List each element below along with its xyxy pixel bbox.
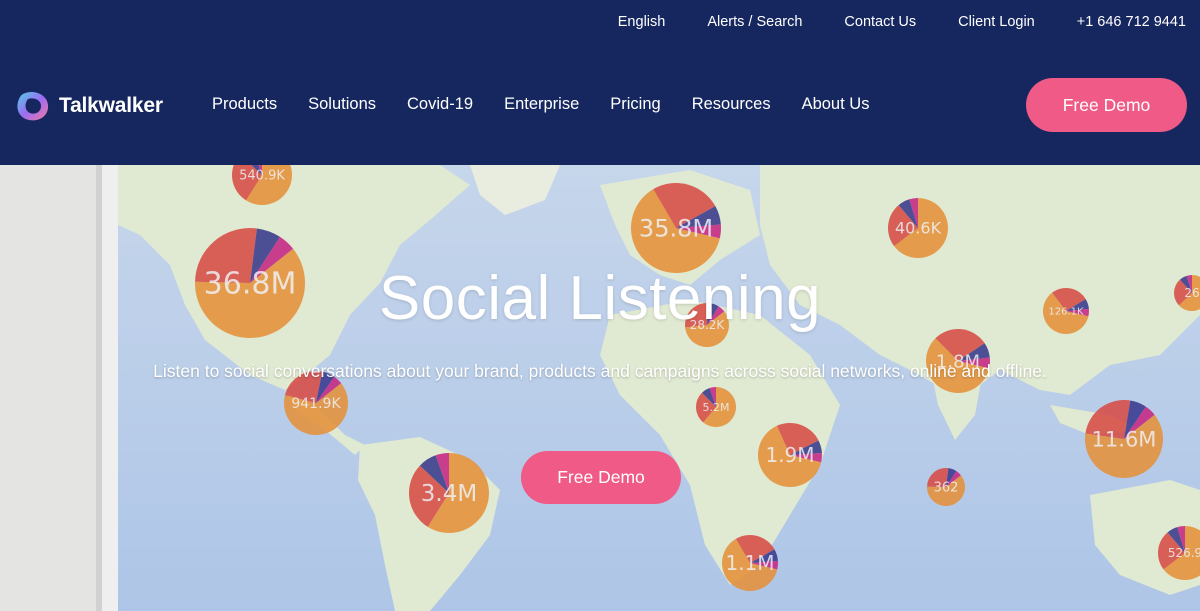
talkwalker-logo-icon <box>17 92 49 121</box>
language-link[interactable]: English <box>618 14 666 30</box>
hero-subtitle: Listen to social conversations about you… <box>153 361 1047 381</box>
talkwalker-logo[interactable]: Talkwalker <box>15 88 163 124</box>
site-header: English Alerts / Search Contact Us Clien… <box>0 0 1200 165</box>
main-nav: Products Solutions Covid-19 Enterprise P… <box>212 95 900 114</box>
nav-pricing[interactable]: Pricing <box>610 95 660 114</box>
free-demo-button-header[interactable]: Free Demo <box>1026 78 1187 132</box>
hero-title: Social Listening <box>378 264 822 333</box>
brand-name: Talkwalker <box>59 94 163 117</box>
nav-resources[interactable]: Resources <box>692 95 771 114</box>
world-map-background: 540.9K36.8M35.8M 40.6K28.2K126.1K26941.9K… <box>0 165 1200 611</box>
nav-covid-19[interactable]: Covid-19 <box>407 95 473 114</box>
nav-solutions[interactable]: Solutions <box>308 95 376 114</box>
client-login-link[interactable]: Client Login <box>958 14 1035 30</box>
nav-products[interactable]: Products <box>212 95 277 114</box>
hero-section: 540.9K 36.8M 35.8M 40.6K 28.2K 126.1K 26 941.9K… <box>0 165 1200 611</box>
free-demo-button-hero[interactable]: Free Demo <box>521 451 681 504</box>
utility-nav: English Alerts / Search Contact Us Clien… <box>576 14 1186 30</box>
nav-about-us[interactable]: About Us <box>802 95 870 114</box>
contact-us-link[interactable]: Contact Us <box>844 14 916 30</box>
alerts-search-link[interactable]: Alerts / Search <box>707 14 802 30</box>
nav-enterprise[interactable]: Enterprise <box>504 95 579 114</box>
phone-link[interactable]: +1 646 712 9441 <box>1077 14 1186 30</box>
